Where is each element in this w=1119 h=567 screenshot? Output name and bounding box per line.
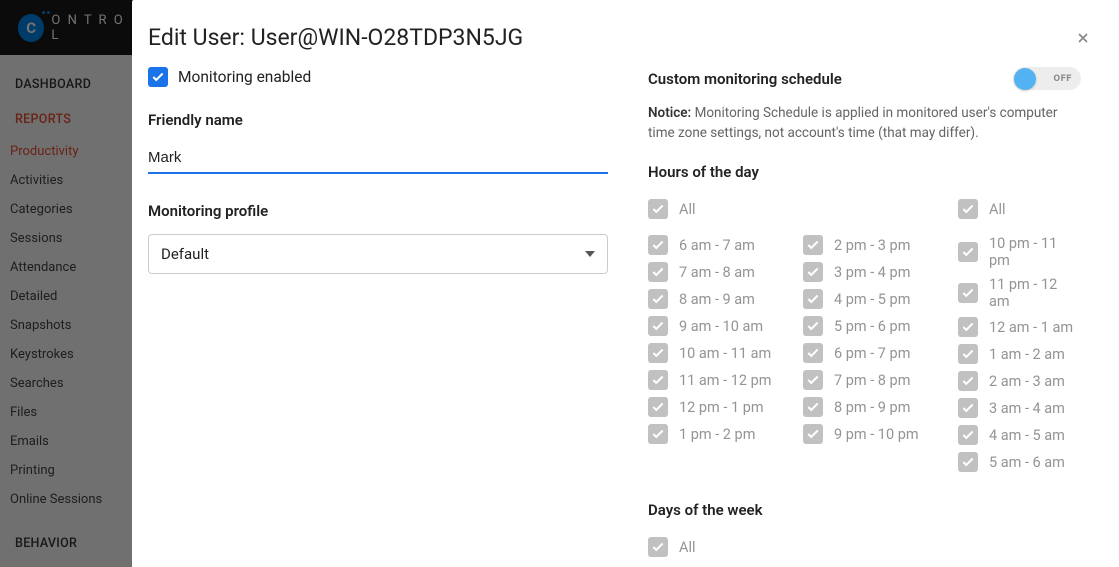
monitoring-profile-value: Default bbox=[161, 245, 209, 263]
days-label: Days of the week bbox=[648, 501, 1081, 519]
hour-label: 11 am - 12 pm bbox=[679, 372, 771, 389]
hour-checkbox[interactable] bbox=[648, 370, 668, 390]
hour-label: 6 pm - 7 pm bbox=[834, 345, 910, 362]
monitoring-enabled-checkbox[interactable] bbox=[148, 67, 168, 87]
hours-all-label: All bbox=[989, 201, 1006, 218]
hour-label: 8 pm - 9 pm bbox=[834, 399, 910, 416]
schedule-toggle[interactable]: OFF bbox=[1013, 67, 1081, 90]
hours-label: Hours of the day bbox=[648, 163, 1081, 181]
hour-checkbox[interactable] bbox=[648, 262, 668, 282]
hour-checkbox[interactable] bbox=[803, 316, 823, 336]
hour-checkbox[interactable] bbox=[958, 371, 978, 391]
hour-checkbox[interactable] bbox=[648, 316, 668, 336]
hour-checkbox[interactable] bbox=[803, 289, 823, 309]
hour-checkbox[interactable] bbox=[648, 235, 668, 255]
hour-checkbox[interactable] bbox=[803, 397, 823, 417]
hour-checkbox[interactable] bbox=[958, 344, 978, 364]
hour-label: 9 am - 10 am bbox=[679, 318, 763, 335]
hour-checkbox[interactable] bbox=[648, 289, 668, 309]
modal-title: Edit User: User@WIN-O28TDP3N5JG bbox=[148, 24, 523, 51]
toggle-knob-icon bbox=[1014, 68, 1036, 90]
hour-checkbox[interactable] bbox=[648, 343, 668, 363]
hour-label: 12 am - 1 am bbox=[989, 319, 1073, 336]
hour-label: 7 pm - 8 pm bbox=[834, 372, 910, 389]
hour-label: 5 pm - 6 pm bbox=[834, 318, 910, 335]
hour-label: 5 am - 6 am bbox=[989, 454, 1065, 471]
hour-label: 1 am - 2 am bbox=[989, 346, 1065, 363]
notice-text: Monitoring Schedule is applied in monito… bbox=[648, 105, 1057, 141]
days-all-checkbox[interactable] bbox=[648, 537, 668, 557]
schedule-title: Custom monitoring schedule bbox=[648, 70, 842, 88]
hour-label: 1 pm - 2 pm bbox=[679, 426, 755, 443]
chevron-down-icon bbox=[585, 251, 595, 257]
schedule-notice: Notice: Monitoring Schedule is applied i… bbox=[648, 104, 1081, 143]
hour-checkbox[interactable] bbox=[803, 262, 823, 282]
hour-checkbox[interactable] bbox=[803, 370, 823, 390]
hour-checkbox[interactable] bbox=[958, 242, 978, 262]
hour-checkbox[interactable] bbox=[648, 424, 668, 444]
hour-checkbox[interactable] bbox=[958, 425, 978, 445]
hour-checkbox[interactable] bbox=[803, 424, 823, 444]
hour-label: 3 pm - 4 pm bbox=[834, 264, 910, 281]
notice-bold: Notice: bbox=[648, 105, 691, 121]
hour-checkbox[interactable] bbox=[803, 343, 823, 363]
hour-checkbox[interactable] bbox=[958, 283, 978, 303]
hour-label: 3 am - 4 am bbox=[989, 400, 1065, 417]
hours-all-label: All bbox=[679, 201, 696, 218]
hour-label: 4 am - 5 am bbox=[989, 427, 1065, 444]
monitoring-profile-select[interactable]: Default bbox=[148, 234, 608, 274]
hour-label: 7 am - 8 am bbox=[679, 264, 755, 281]
hour-checkbox[interactable] bbox=[648, 397, 668, 417]
hour-checkbox[interactable] bbox=[958, 317, 978, 337]
hour-label: 4 pm - 5 pm bbox=[834, 291, 910, 308]
toggle-text: OFF bbox=[1054, 73, 1072, 84]
monitoring-profile-label: Monitoring profile bbox=[148, 202, 608, 220]
hour-label: 9 pm - 10 pm bbox=[834, 426, 919, 443]
hour-checkbox[interactable] bbox=[803, 235, 823, 255]
friendly-name-label: Friendly name bbox=[148, 111, 608, 129]
hour-label: 12 pm - 1 pm bbox=[679, 399, 764, 416]
hours-all-checkbox-2[interactable] bbox=[958, 199, 978, 219]
friendly-name-input[interactable] bbox=[148, 143, 608, 174]
edit-user-modal: Edit User: User@WIN-O28TDP3N5JG Monitori… bbox=[132, 0, 1119, 567]
hour-label: 10 pm - 11 pm bbox=[989, 235, 1081, 269]
hour-label: 2 pm - 3 pm bbox=[834, 237, 910, 254]
hour-label: 11 pm - 12 am bbox=[989, 276, 1081, 310]
hour-label: 2 am - 3 am bbox=[989, 373, 1065, 390]
days-all-label: All bbox=[679, 539, 696, 556]
hour-label: 10 am - 11 am bbox=[679, 345, 771, 362]
hour-checkbox[interactable] bbox=[958, 398, 978, 418]
monitoring-enabled-label: Monitoring enabled bbox=[178, 68, 311, 86]
hour-label: 6 am - 7 am bbox=[679, 237, 755, 254]
hour-checkbox[interactable] bbox=[958, 452, 978, 472]
close-icon[interactable] bbox=[1075, 30, 1091, 50]
hours-all-checkbox-1[interactable] bbox=[648, 199, 668, 219]
hour-label: 8 am - 9 am bbox=[679, 291, 755, 308]
